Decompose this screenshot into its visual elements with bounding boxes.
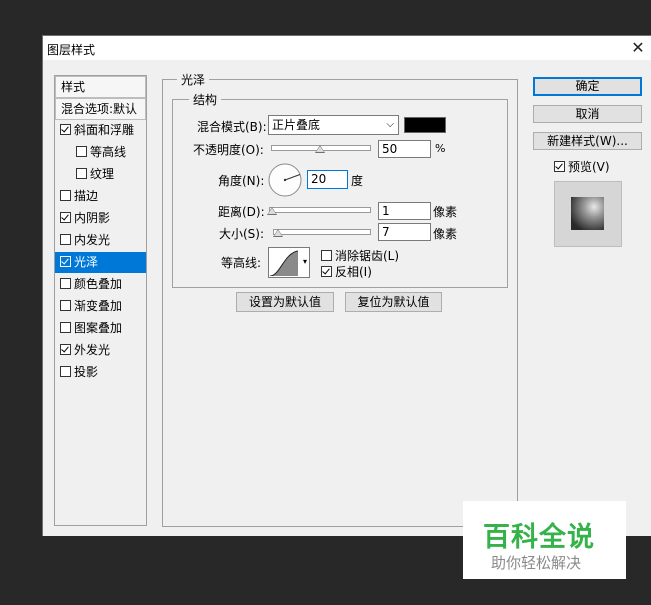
style-item-label: 外发光 [74,343,111,357]
invert-label: 反相(I) [335,265,372,279]
distance-value: 1 [382,204,390,218]
angle-input[interactable]: 20 [307,170,348,189]
antialias-checkbox[interactable]: 消除锯齿(L) [321,247,399,264]
opacity-unit: % [435,142,446,155]
style-item-label: 投影 [74,365,99,379]
size-value: 7 [382,225,390,239]
style-item[interactable]: 描边 [55,186,146,207]
styles-list: 样式 混合选项:默认 斜面和浮雕等高线纹理描边内阴影内发光光泽颜色叠加渐变叠加图… [54,75,147,526]
blend-color-swatch[interactable] [404,117,446,133]
style-item-label: 颜色叠加 [74,277,123,291]
style-item[interactable]: 内阴影 [55,208,146,229]
distance-label: 距离(D): [218,205,265,219]
style-item-label: 光泽 [74,255,99,269]
style-item-label: 斜面和浮雕 [74,123,135,137]
contour-dropdown-icon[interactable]: ▾ [303,257,307,266]
style-item[interactable]: 斜面和浮雕 [55,120,146,141]
contour-picker[interactable]: ▾ [268,247,310,278]
styles-header[interactable]: 样式 [55,76,146,98]
blend-mode-select[interactable]: 正片叠底 ⌵ [268,115,399,135]
blend-mode-label: 混合模式(B): [197,120,267,134]
structure-group-title: 结构 [189,91,222,108]
antialias-label: 消除锯齿(L) [335,249,400,263]
contour-label: 等高线: [221,256,262,270]
blending-options-header[interactable]: 混合选项:默认 [55,98,146,120]
preview-swatch [571,197,604,230]
opacity-label: 不透明度(O): [193,143,264,157]
style-item-label: 纹理 [90,167,115,181]
checkbox-icon[interactable] [60,234,71,245]
invert-check-icon[interactable] [321,266,332,277]
style-item[interactable]: 等高线 [55,142,146,163]
style-item-label: 内发光 [74,233,111,247]
angle-dial-icon[interactable] [267,162,303,198]
opacity-slider-thumb[interactable] [315,145,325,153]
preview-check-icon[interactable] [554,161,565,172]
close-icon[interactable]: ✕ [628,38,648,58]
checkbox-icon[interactable] [60,278,71,289]
checkbox-icon[interactable] [76,168,87,179]
checkbox-icon[interactable] [60,212,71,223]
style-item[interactable]: 投影 [55,362,146,383]
size-slider[interactable] [273,229,371,235]
blend-mode-value: 正片叠底 [272,118,321,132]
cancel-button[interactable]: 取消 [533,105,642,123]
ok-button[interactable]: 确定 [533,77,642,96]
layer-style-dialog: 图层样式 ✕ 样式 混合选项:默认 斜面和浮雕 等高线 纹理 描边 内阴影 内发光 光泽 颜色… [42,35,651,536]
style-item[interactable]: 外发光 [55,340,146,361]
angle-value: 20 [311,172,327,186]
checkbox-icon[interactable] [60,322,71,333]
distance-slider-thumb[interactable] [267,207,277,215]
invert-checkbox[interactable]: 反相(I) [321,263,372,280]
antialias-check-icon[interactable] [321,250,332,261]
style-item-label: 内阴影 [74,211,111,225]
style-item[interactable]: 颜色叠加 [55,274,146,295]
watermark-title: 百科全说 [483,522,595,553]
satin-group-title: 光泽 [177,71,210,88]
size-slider-thumb[interactable] [273,229,283,237]
distance-slider[interactable] [269,207,371,213]
title-bar: 图层样式 ✕ [43,36,651,60]
checkbox-icon[interactable] [60,190,71,201]
preview-checkbox[interactable]: 预览(V) [554,158,610,175]
styles-header-label: 样式 [61,80,86,94]
style-item[interactable]: 图案叠加 [55,318,146,339]
checkbox-icon[interactable] [60,344,71,355]
checkbox-icon[interactable] [76,146,87,157]
checkbox-icon[interactable] [60,300,71,311]
style-item-label: 图案叠加 [74,321,123,335]
watermark-subtitle: 助你轻松解决 [491,554,582,572]
style-item[interactable]: 纹理 [55,164,146,185]
distance-input[interactable]: 1 [378,202,431,220]
size-input[interactable]: 7 [378,223,431,241]
checkbox-icon[interactable] [60,256,71,267]
style-item-label: 渐变叠加 [74,299,123,313]
style-item[interactable]: 渐变叠加 [55,296,146,317]
style-item[interactable]: 光泽 [55,252,146,273]
opacity-input[interactable]: 50 [378,140,431,158]
size-label: 大小(S): [219,227,265,241]
dialog-title: 图层样式 [47,43,96,57]
size-unit: 像素 [433,227,458,241]
watermark: 百科全说 助你轻松解决 [463,501,626,579]
checkbox-icon[interactable] [60,124,71,135]
style-item-label: 描边 [74,189,99,203]
checkbox-icon[interactable] [60,366,71,377]
style-item[interactable]: 内发光 [55,230,146,251]
angle-label: 角度(N): [218,174,265,188]
opacity-value: 50 [382,142,398,156]
blending-options-label: 混合选项:默认 [61,102,138,116]
preview-label: 预览(V) [568,160,610,174]
set-default-button[interactable]: 设置为默认值 [236,292,334,312]
style-item-label: 等高线 [90,145,127,159]
new-style-button[interactable]: 新建样式(W)... [533,132,642,150]
angle-unit: 度 [351,174,364,188]
distance-unit: 像素 [433,205,458,219]
reset-default-button[interactable]: 复位为默认值 [345,292,442,312]
preview-box [554,181,622,247]
chevron-down-icon: ⌵ [386,119,394,130]
contour-curve-icon [270,250,299,276]
